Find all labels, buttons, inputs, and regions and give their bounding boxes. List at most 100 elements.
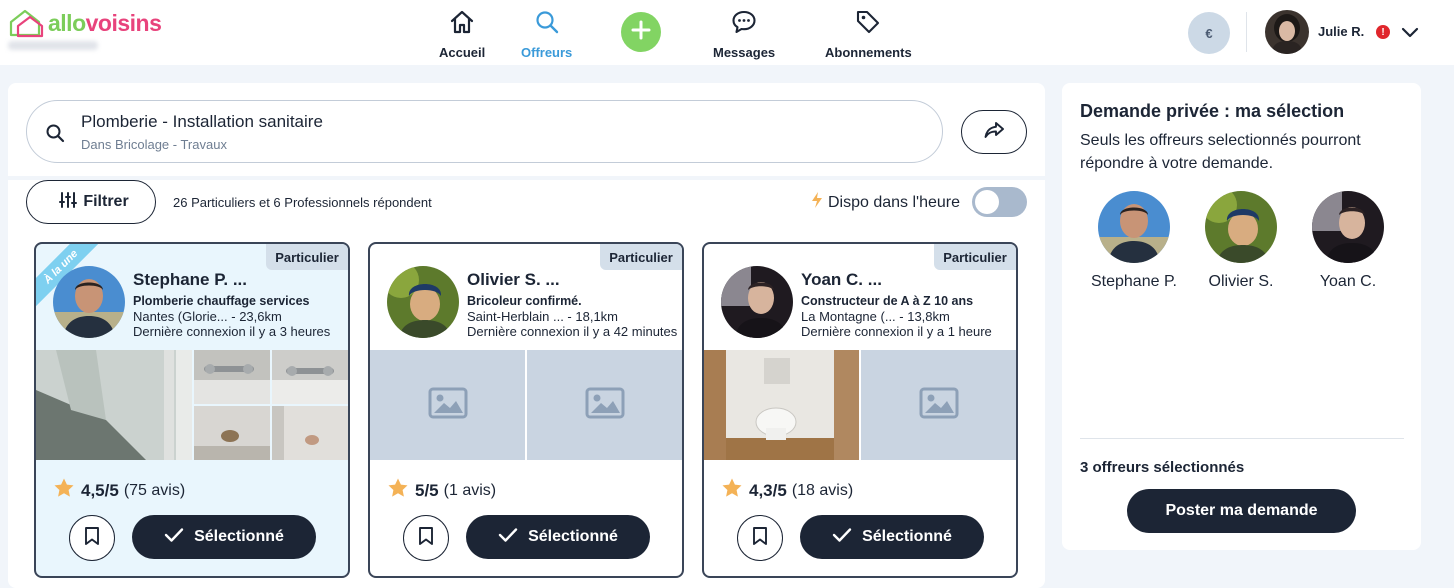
offerer-avatar[interactable] xyxy=(721,266,793,338)
selected-person[interactable]: Stephane P. xyxy=(1084,191,1184,291)
house-logo-icon xyxy=(8,8,46,38)
photo-placeholder[interactable] xyxy=(861,350,1016,460)
selected-button[interactable]: Sélectionné xyxy=(132,515,316,559)
offer-card-yoan[interactable]: Particulier Yoan C. ... Constructeur de … xyxy=(702,242,1018,578)
offerer-name[interactable]: Yoan C. ... xyxy=(801,270,882,290)
bookmark-button[interactable] xyxy=(737,515,783,561)
selected-person[interactable]: Yoan C. xyxy=(1298,191,1398,291)
check-icon xyxy=(164,527,184,548)
top-bar: allovoisins Accueil Offreurs Messages Ab… xyxy=(0,0,1454,65)
photo-gallery[interactable] xyxy=(370,350,682,460)
dispo-toggle[interactable] xyxy=(972,187,1027,217)
rating-score: 4,3/5 xyxy=(749,480,787,500)
share-button[interactable] xyxy=(961,110,1027,154)
filter-label: Filtrer xyxy=(83,193,129,210)
bookmark-button[interactable] xyxy=(69,515,115,561)
selected-avatar[interactable] xyxy=(1205,191,1277,263)
photo-gallery[interactable] xyxy=(36,350,348,460)
photo-faucet-1[interactable] xyxy=(194,350,270,404)
selected-label: Sélectionné xyxy=(862,528,952,545)
bookmark-button[interactable] xyxy=(403,515,449,561)
review-count[interactable]: (18 avis) xyxy=(792,482,853,500)
selected-name: Yoan C. xyxy=(1319,273,1377,290)
responders-count: 26 Particuliers et 6 Professionnels répo… xyxy=(173,195,432,210)
photo-toilet[interactable] xyxy=(704,350,859,460)
star-icon xyxy=(387,477,409,504)
photo-wall-damage-1[interactable] xyxy=(194,406,270,460)
nav-label-abonnements: Abonnements xyxy=(825,45,912,60)
offerer-headline: Plomberie chauffage services xyxy=(133,294,310,308)
nav-label-offreurs: Offreurs xyxy=(521,45,573,60)
nav-offreurs[interactable]: Offreurs xyxy=(521,8,572,60)
chevron-down-icon[interactable] xyxy=(1400,22,1420,47)
star-icon xyxy=(53,477,75,504)
offerer-name[interactable]: Stephane P. ... xyxy=(133,270,247,290)
selection-title: Demande privée : ma sélection xyxy=(1080,101,1345,121)
check-icon xyxy=(832,527,852,548)
selection-description: Seuls les offreurs selectionnés pourront… xyxy=(1080,132,1361,172)
photo-faucet-2[interactable] xyxy=(272,350,348,404)
bookmark-icon xyxy=(84,526,100,551)
plus-icon xyxy=(631,20,651,45)
rating: 4,5/5 (75 avis) xyxy=(53,477,185,504)
logo[interactable]: allovoisins xyxy=(8,8,162,38)
selected-name: Stephane P. xyxy=(1090,273,1177,290)
nav-messages[interactable]: Messages xyxy=(713,8,775,60)
photo-placeholder[interactable] xyxy=(527,350,682,460)
rating: 4,3/5 (18 avis) xyxy=(721,477,853,504)
bookmark-icon xyxy=(752,526,768,551)
selected-button[interactable]: Sélectionné xyxy=(466,515,650,559)
selected-person[interactable]: Olivier S. xyxy=(1191,191,1291,291)
offer-card-olivier[interactable]: Particulier Olivier S. ... Bricoleur con… xyxy=(368,242,684,578)
profile-type-badge: Particulier xyxy=(266,244,348,270)
selection-panel: Demande privée : ma sélection Seuls les … xyxy=(1062,83,1421,550)
rating: 5/5 (1 avis) xyxy=(387,477,496,504)
offerer-name[interactable]: Olivier S. ... xyxy=(467,270,560,290)
nav-accueil[interactable]: Accueil xyxy=(439,8,485,60)
last-seen: Dernière connexion il y a 42 minutes xyxy=(467,324,678,339)
home-icon xyxy=(448,8,476,41)
wallet-button[interactable]: € xyxy=(1188,12,1230,54)
photo-shower[interactable] xyxy=(36,350,192,460)
dispo-filter: Dispo dans l'heure xyxy=(810,191,960,214)
add-button[interactable] xyxy=(621,12,661,52)
selected-avatar[interactable] xyxy=(1312,191,1384,263)
search-icon xyxy=(45,123,65,148)
photo-wall-damage-2[interactable] xyxy=(272,406,348,460)
offerer-location: Nantes (Glorie... - 23,6km xyxy=(133,309,282,324)
sliders-icon xyxy=(59,191,78,214)
image-placeholder-icon xyxy=(428,387,468,424)
review-count[interactable]: (75 avis) xyxy=(124,482,185,500)
offerer-avatar[interactable] xyxy=(387,266,459,338)
user-name[interactable]: Julie R. xyxy=(1318,24,1364,39)
offerer-location: Saint-Herblain ... - 18,1km xyxy=(467,309,619,324)
offerer-avatar[interactable] xyxy=(53,266,125,338)
selected-avatar[interactable] xyxy=(1098,191,1170,263)
search-category: Plomberie - Installation sanitaire xyxy=(81,112,323,131)
share-arrow-icon xyxy=(983,119,1005,146)
review-count[interactable]: (1 avis) xyxy=(444,482,496,500)
selection-count: 3 offreurs sélectionnés xyxy=(1080,459,1245,476)
logo-part-voisins: voisins xyxy=(85,9,162,36)
photo-gallery[interactable] xyxy=(704,350,1016,460)
lightning-icon xyxy=(810,191,824,214)
alert-badge: ! xyxy=(1376,25,1390,39)
nav-label-messages: Messages xyxy=(713,45,776,60)
image-placeholder-icon xyxy=(919,387,959,424)
photo-placeholder[interactable] xyxy=(370,350,525,460)
search-field[interactable]: Plomberie - Installation sanitaire Dans … xyxy=(26,100,943,163)
selected-label: Sélectionné xyxy=(528,528,618,545)
filter-button[interactable]: Filtrer xyxy=(26,180,156,224)
offer-card-stephane[interactable]: À la une Particulier Stephane P. ... Plo… xyxy=(34,242,350,578)
nav-abonnements[interactable]: Abonnements xyxy=(825,8,912,60)
toggle-knob xyxy=(975,190,999,214)
last-seen: Dernière connexion il y a 1 heure xyxy=(801,324,992,339)
chat-icon xyxy=(730,8,758,41)
user-avatar[interactable] xyxy=(1265,10,1309,54)
selected-button[interactable]: Sélectionné xyxy=(800,515,984,559)
post-request-button[interactable]: Poster ma demande xyxy=(1127,489,1356,533)
rating-score: 5/5 xyxy=(415,480,439,500)
logo-part-allo: allo xyxy=(48,9,86,36)
image-placeholder-icon xyxy=(585,387,625,424)
offerer-headline: Bricoleur confirmé. xyxy=(467,294,582,308)
